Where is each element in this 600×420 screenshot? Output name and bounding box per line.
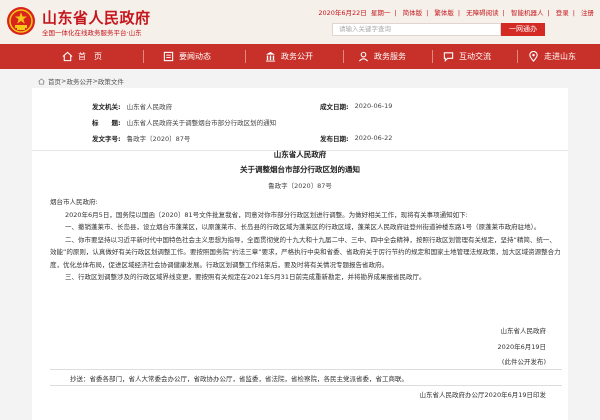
national-emblem-icon bbox=[7, 7, 35, 35]
nav-item-label: 政务公开 bbox=[281, 52, 313, 61]
meta-label: 发文机关: bbox=[92, 102, 121, 111]
location-icon bbox=[529, 51, 538, 62]
link-traditional[interactable]: 繁体版 bbox=[434, 9, 454, 17]
nav-item-shandong[interactable]: 走进山东 bbox=[528, 44, 576, 69]
issuing-footer: 山东省人民政府办公厅2020年6月19日印发 bbox=[419, 391, 546, 399]
meta-label: 标 题: bbox=[92, 118, 121, 127]
meta-pubdate: 发布日期: 2020-06-22 bbox=[320, 131, 392, 144]
document-org: 山东省人民政府 bbox=[273, 150, 327, 159]
meta-title: 标 题: 山东省人民政府关于调整烟台市部分行政区划的通知 bbox=[92, 115, 276, 128]
breadcrumb: 首页 > 政务公开 > 政策文件 bbox=[38, 76, 124, 86]
site-header: 山东省人民政府 全国一体化在线政务服务平台·山东 2020年6月22日 星期一 | … bbox=[0, 0, 600, 44]
document-body: 烟台市人民政府: 2020年6月5日，国务院以国函〔2020〕81号文件批复我省… bbox=[50, 196, 562, 284]
document-title: 关于调整烟台市部分行政区划的通知 bbox=[240, 165, 360, 174]
main-nav: 首 页 要闻动态 政务公开 政务服务 互动交流 走进山东 bbox=[0, 44, 600, 69]
document-panel: 发文机关: 山东省人民政府 成文日期: 2020-06-19 标 题: 山东省人… bbox=[32, 88, 568, 420]
nav-item-label: 首 页 bbox=[78, 52, 102, 61]
current-date: 2020年6月22日 bbox=[318, 9, 367, 17]
paragraph: 一、撤销蓬莱市、长岛县，设立烟台市蓬莱区，以原蓬莱市、长岛县的行政区域为蓬莱区的… bbox=[65, 223, 541, 231]
meta-date: 成文日期: 2020-06-19 bbox=[320, 99, 392, 112]
government-icon bbox=[265, 51, 276, 62]
service-icon bbox=[358, 51, 369, 62]
nav-item-label: 互动交流 bbox=[459, 52, 491, 61]
link-login[interactable]: 登录 bbox=[556, 9, 569, 17]
nav-divider bbox=[245, 50, 246, 63]
cc-list: 抄送：省委各部门，省人大常委会办公厅，省政协办公厅，省监委，省法院，省检察院，各… bbox=[70, 375, 408, 383]
signature-date: 2020年6月19日 bbox=[497, 343, 546, 351]
site-title[interactable]: 山东省人民政府 bbox=[42, 7, 151, 28]
link-simplified[interactable]: 简体版 bbox=[403, 9, 423, 17]
nav-item-gov-service[interactable]: 政务服务 bbox=[358, 44, 406, 69]
document-number: 鲁政字〔2020〕87号 bbox=[268, 182, 332, 190]
link-robot[interactable]: 智能机器人 bbox=[511, 9, 544, 17]
document-meta: 发文机关: 山东省人民政府 成文日期: 2020-06-19 标 题: 山东省人… bbox=[32, 94, 568, 146]
nav-item-home[interactable]: 首 页 bbox=[62, 44, 102, 69]
breadcrumb-policy-docs[interactable]: 政策文件 bbox=[98, 76, 124, 86]
divider bbox=[50, 385, 562, 386]
home-icon bbox=[62, 51, 73, 62]
site-subtitle: 全国一体化在线政务服务平台·山东 bbox=[42, 29, 142, 37]
current-weekday: 星期一 bbox=[370, 9, 391, 17]
meta-value: 2020-06-22 bbox=[354, 133, 393, 142]
link-accessibility[interactable]: 无障碍阅读 bbox=[466, 9, 499, 17]
meta-label: 发文字号: bbox=[92, 134, 121, 143]
meta-value: 山东省人民政府关于调整烟台市部分行政区划的通知 bbox=[126, 118, 277, 127]
meta-value: 鲁政字〔2020〕87号 bbox=[126, 134, 191, 143]
search-input[interactable]: 请输入关键字查询 bbox=[332, 23, 501, 36]
one-stop-service-button[interactable]: 一网通办 bbox=[501, 23, 545, 36]
nav-divider bbox=[517, 50, 518, 63]
home-icon bbox=[38, 77, 45, 85]
signature-org: 山东省人民政府 bbox=[500, 327, 547, 335]
breadcrumb-gov-affairs[interactable]: 政务公开 bbox=[66, 76, 92, 86]
meta-value: 山东省人民政府 bbox=[126, 102, 173, 111]
paragraph: 三、行政区划调整涉及的行政区域界线变更，要按照有关规定在2021年5月31日前完… bbox=[65, 273, 426, 281]
addressee: 烟台市人民政府: bbox=[50, 198, 98, 206]
meta-value: 2020-06-19 bbox=[354, 101, 393, 110]
nav-divider bbox=[143, 50, 144, 63]
paragraph: 2020年6月5日，国务院以国函〔2020〕81号文件批复我省，同意对你市部分行… bbox=[65, 210, 468, 219]
meta-label: 发布日期: bbox=[320, 134, 349, 143]
publication-note: (此件公开发布) bbox=[501, 358, 546, 366]
nav-item-label: 政务服务 bbox=[374, 52, 406, 61]
nav-divider bbox=[432, 50, 433, 63]
link-register[interactable]: 注册 bbox=[581, 9, 594, 17]
meta-issuer: 发文机关: 山东省人民政府 bbox=[92, 99, 172, 112]
news-icon bbox=[163, 51, 174, 62]
meta-label: 成文日期: bbox=[320, 102, 349, 111]
nav-item-gov-affairs[interactable]: 政务公开 bbox=[265, 44, 313, 69]
nav-item-news[interactable]: 要闻动态 bbox=[163, 44, 211, 69]
nav-item-interaction[interactable]: 互动交流 bbox=[443, 44, 491, 69]
nav-divider bbox=[343, 50, 344, 63]
nav-item-label: 要闻动态 bbox=[179, 52, 211, 61]
interaction-icon bbox=[443, 52, 454, 62]
nav-item-label: 走进山东 bbox=[544, 52, 576, 61]
divider bbox=[50, 369, 562, 370]
meta-docno: 发文字号: 鲁政字〔2020〕87号 bbox=[92, 131, 190, 144]
breadcrumb-home[interactable]: 首页 bbox=[48, 76, 61, 86]
top-utility-bar: 2020年6月22日 星期一 | 简体版 | 繁体版 | 无障碍阅读 | 智能机器人 | 登… bbox=[318, 9, 594, 17]
paragraph: 二、你市要坚持以习近平新时代中国特色社会主义思想为指导，全面贯彻党的十九大和十九… bbox=[50, 235, 561, 269]
